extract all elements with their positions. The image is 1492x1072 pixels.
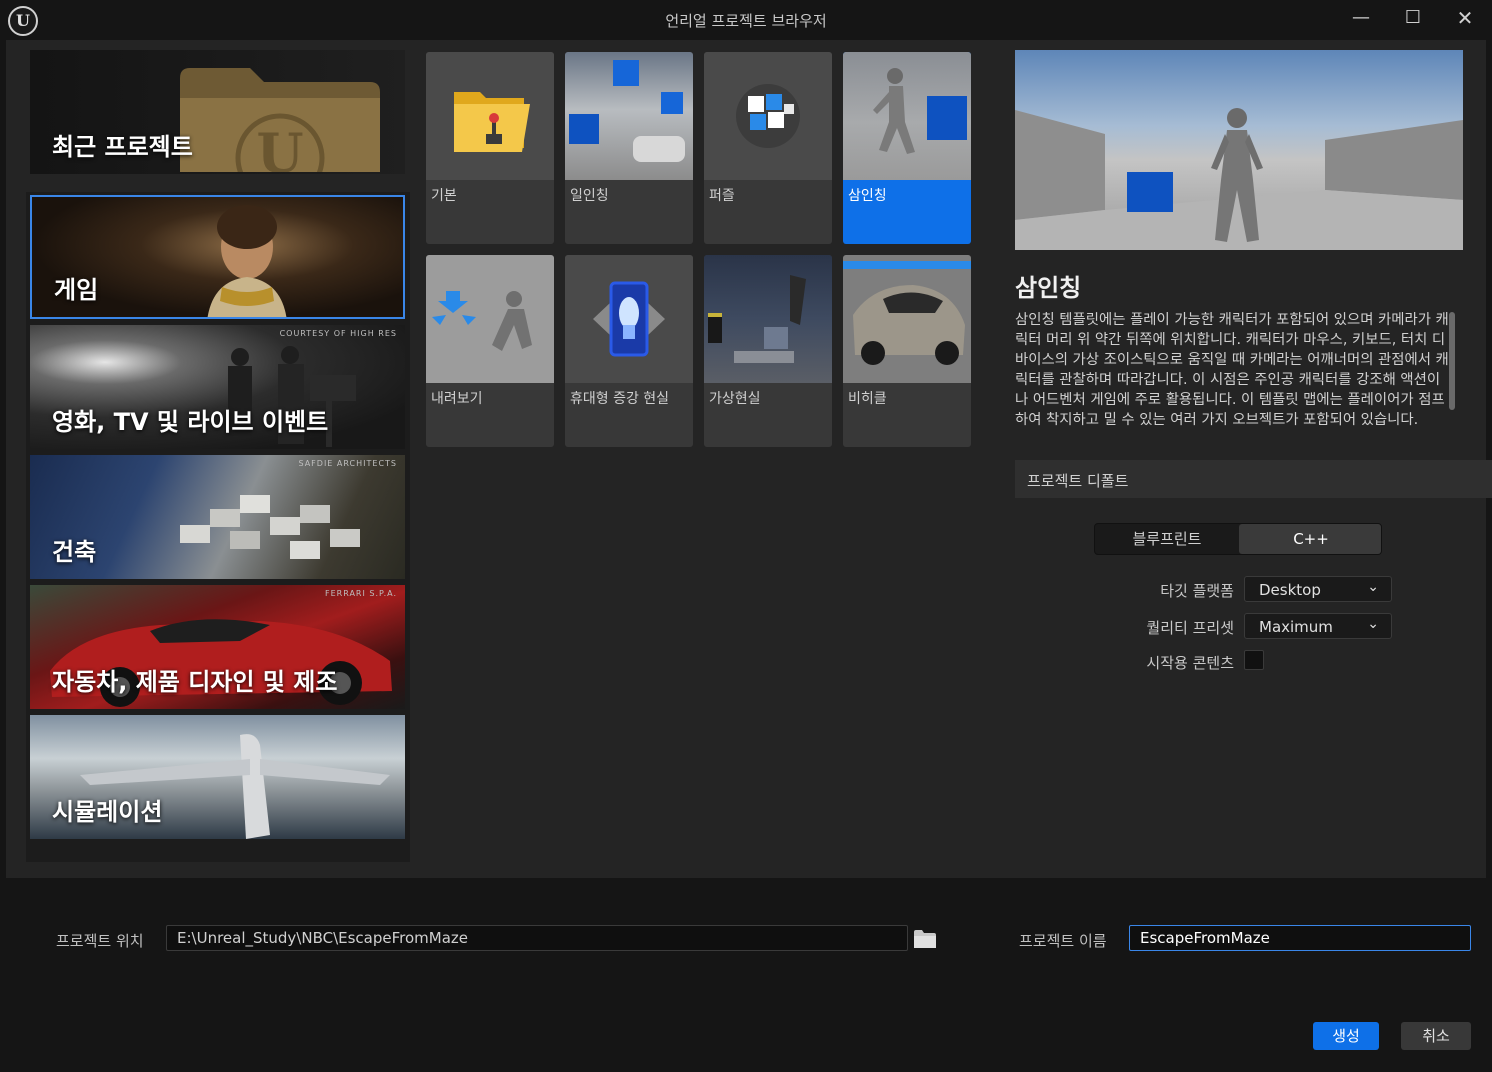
character-portrait-image xyxy=(207,205,287,317)
template-vehicle[interactable]: 비히클 xyxy=(843,255,971,447)
starter-content-checkbox[interactable] xyxy=(1244,650,1264,670)
template-description: 삼인칭 템플릿에는 플레이 가능한 캐릭터가 포함되어 있으며 카메라가 캐릭터… xyxy=(1015,312,1449,428)
quality-preset-dropdown[interactable]: Maximum ⌄ xyxy=(1244,613,1392,639)
target-platform-label: 타깃 플랫폼 xyxy=(1160,582,1234,600)
template-thumbnail xyxy=(426,255,554,383)
top-down-scene-icon xyxy=(432,291,532,351)
category-game[interactable]: 게임 xyxy=(30,195,405,319)
project-defaults-label: 프로젝트 디폴트 xyxy=(1027,472,1129,490)
template-thumbnail xyxy=(704,255,832,383)
template-preview-image xyxy=(1015,50,1463,250)
template-first-person[interactable]: 일인칭 xyxy=(565,52,693,244)
project-name-label: 프로젝트 이름 xyxy=(1019,932,1107,950)
folder-icon: U xyxy=(180,68,380,172)
project-location-value: E:\Unreal_Study\NBC\EscapeFromMaze xyxy=(177,929,469,947)
mannequin-running-icon xyxy=(873,68,967,154)
language-toggle: 블루프린트 C++ xyxy=(1094,523,1382,555)
template-thumbnail xyxy=(843,255,971,383)
image-credit: SAFDIE ARCHITECTS xyxy=(298,459,397,468)
building-image xyxy=(180,495,360,559)
third-person-scene-preview xyxy=(1015,108,1463,250)
target-platform-value: Desktop xyxy=(1259,581,1321,599)
category-label: 최근 프로젝트 xyxy=(52,133,193,161)
category-automotive-product-design[interactable]: FERRARI S.P.A. 자동차, 제품 디자인 및 제조 xyxy=(30,585,405,709)
template-virtual-reality[interactable]: 가상현실 xyxy=(704,255,832,447)
category-film-tv-live-events[interactable]: COURTESY OF HIGH RES 영화, TV 및 라이브 이벤트 xyxy=(30,325,405,449)
template-label: 내려보기 xyxy=(431,391,483,407)
first-person-scene-icon xyxy=(569,60,685,162)
template-thumbnail xyxy=(426,52,554,180)
create-button[interactable]: 생성 xyxy=(1313,1022,1379,1050)
window-title: 언리얼 프로젝트 브라우저 xyxy=(665,12,827,30)
browse-folder-icon[interactable] xyxy=(914,930,936,948)
project-location-label: 프로젝트 위치 xyxy=(56,932,144,950)
template-title: 삼인칭 xyxy=(1015,274,1082,302)
close-button[interactable]: ✕ xyxy=(1448,4,1482,34)
template-handheld-ar[interactable]: 휴대형 증강 현실 xyxy=(565,255,693,447)
template-label: 삼인칭 xyxy=(848,188,887,204)
template-label: 휴대형 증강 현실 xyxy=(570,391,670,407)
project-name-input[interactable]: EscapeFromMaze xyxy=(1129,925,1471,951)
project-name-value: EscapeFromMaze xyxy=(1140,929,1270,947)
template-top-down[interactable]: 내려보기 xyxy=(426,255,554,447)
project-location-input[interactable]: E:\Unreal_Study\NBC\EscapeFromMaze xyxy=(166,925,908,951)
maximize-button[interactable]: ☐ xyxy=(1396,4,1430,34)
main-panel: U 최근 프로젝트 게임 COURTESY OF HIGH RES 영화, TV… xyxy=(6,40,1492,878)
image-credit: FERRARI S.P.A. xyxy=(325,589,397,598)
category-label: 건축 xyxy=(52,538,97,566)
cancel-button[interactable]: 취소 xyxy=(1401,1022,1471,1050)
project-defaults-header: 프로젝트 디폴트 xyxy=(1015,460,1492,498)
template-thumbnail xyxy=(843,52,971,180)
title-bar: U 언리얼 프로젝트 브라우저 — ☐ ✕ xyxy=(0,0,1492,40)
chevron-down-icon: ⌄ xyxy=(1367,579,1379,595)
template-label: 일인칭 xyxy=(570,188,609,204)
template-thumbnail xyxy=(565,255,693,383)
cpp-option[interactable]: C++ xyxy=(1239,524,1381,554)
quality-preset-label: 퀄리티 프리셋 xyxy=(1146,619,1234,637)
image-credit: COURTESY OF HIGH RES xyxy=(279,329,397,338)
minimize-button[interactable]: — xyxy=(1344,4,1378,34)
blueprint-option[interactable]: 블루프린트 xyxy=(1095,524,1239,554)
category-label: 게임 xyxy=(54,276,99,304)
category-architecture[interactable]: SAFDIE ARCHITECTS 건축 xyxy=(30,455,405,579)
template-label: 퍼즐 xyxy=(709,188,735,204)
vr-scene-icon xyxy=(708,275,806,363)
quality-preset-value: Maximum xyxy=(1259,618,1333,636)
template-puzzle[interactable]: 퍼즐 xyxy=(704,52,832,244)
chevron-down-icon: ⌄ xyxy=(1367,616,1379,632)
folder-joystick-icon xyxy=(454,92,530,152)
vehicle-car-icon xyxy=(843,261,971,365)
template-third-person[interactable]: 삼인칭 xyxy=(843,52,971,244)
template-label: 가상현실 xyxy=(709,391,761,407)
category-label: 시뮬레이션 xyxy=(52,798,163,826)
starter-content-label: 시작용 콘텐츠 xyxy=(1146,654,1234,672)
category-label: 영화, TV 및 라이브 이벤트 xyxy=(52,408,329,436)
template-label: 기본 xyxy=(431,188,457,204)
svg-text:U: U xyxy=(256,121,303,172)
puzzle-pieces-icon xyxy=(736,84,800,148)
template-thumbnail xyxy=(565,52,693,180)
template-label: 비히클 xyxy=(848,391,887,407)
description-scrollbar[interactable] xyxy=(1449,312,1455,410)
category-simulation[interactable]: 시뮬레이션 xyxy=(30,715,405,839)
mobile-ar-phone-icon xyxy=(593,281,665,357)
category-recent-projects[interactable]: U 최근 프로젝트 xyxy=(30,50,405,174)
template-blank[interactable]: 기본 xyxy=(426,52,554,244)
category-label: 자동차, 제품 디자인 및 제조 xyxy=(52,668,338,696)
target-platform-dropdown[interactable]: Desktop ⌄ xyxy=(1244,576,1392,602)
template-thumbnail xyxy=(704,52,832,180)
